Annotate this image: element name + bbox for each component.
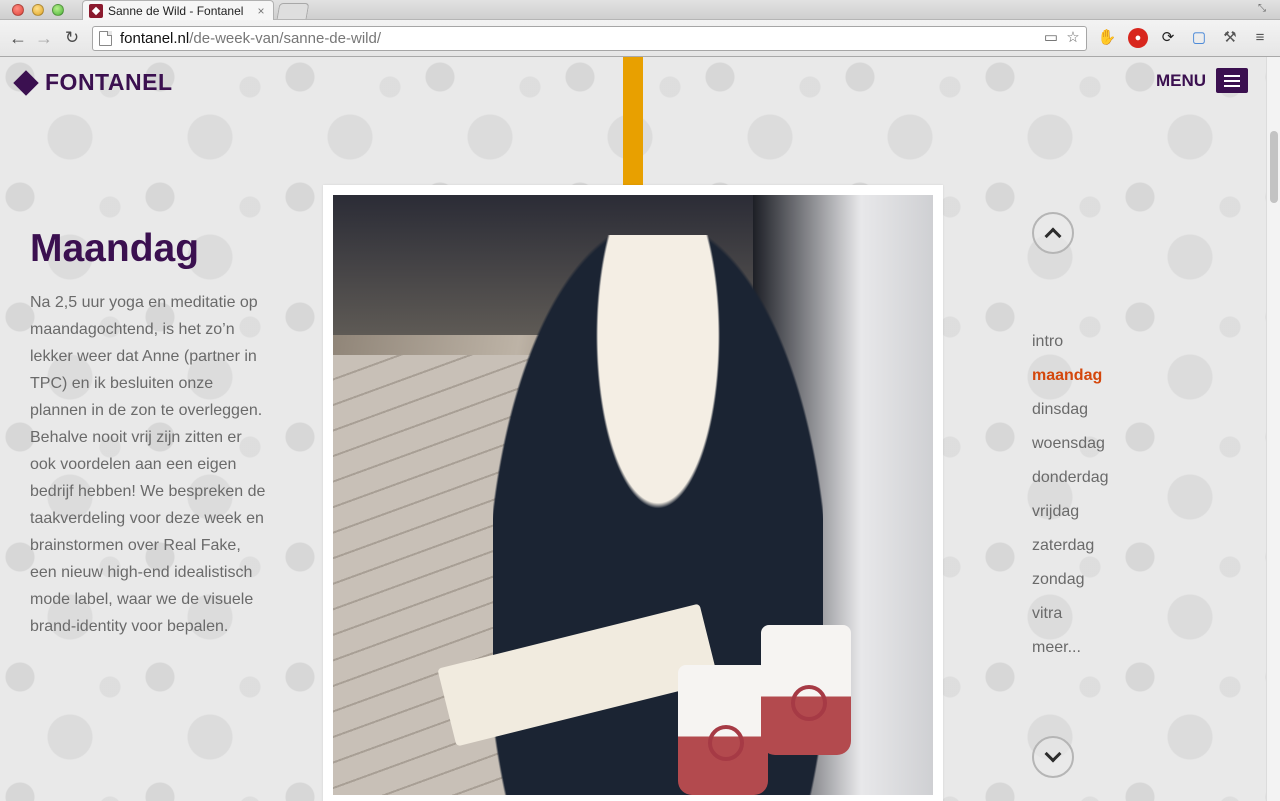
extension-icon[interactable]: ✋ bbox=[1097, 28, 1117, 48]
url-text: fontanel.nl/de-week-van/sanne-de-wild/ bbox=[120, 30, 381, 47]
fontanel-favicon-icon bbox=[89, 3, 103, 18]
diamond-logo-icon bbox=[13, 69, 39, 96]
scroll-up-button[interactable] bbox=[1032, 212, 1074, 254]
day-title: Maandag bbox=[30, 227, 200, 270]
page-scrollbar[interactable] bbox=[1266, 57, 1280, 801]
close-window-button[interactable] bbox=[12, 4, 24, 16]
photo-card bbox=[323, 185, 943, 801]
day-nav-item[interactable]: meer... bbox=[1032, 636, 1109, 670]
sync-icon[interactable]: ⟳ bbox=[1158, 28, 1178, 48]
zoom-window-button[interactable] bbox=[52, 4, 64, 16]
day-nav-item[interactable]: dinsdag bbox=[1032, 398, 1109, 432]
article-photo bbox=[333, 195, 933, 795]
browser-tabbar: Sanne de Wild - Fontanel × ⤡ bbox=[0, 0, 1280, 20]
day-nav-item[interactable]: zaterdag bbox=[1032, 534, 1109, 568]
minimize-window-button[interactable] bbox=[32, 4, 44, 16]
menu-label[interactable]: MENU bbox=[1156, 71, 1206, 91]
wrench-icon[interactable]: ⚒ bbox=[1220, 28, 1240, 48]
chevron-up-icon bbox=[1044, 227, 1062, 245]
day-navigation: intro maandag dinsdag woensdag donderdag… bbox=[1032, 330, 1109, 670]
fontanel-logo[interactable]: FONTANEL bbox=[13, 69, 173, 96]
day-nav-item[interactable]: donderdag bbox=[1032, 466, 1109, 500]
back-button[interactable]: ← bbox=[8, 27, 28, 49]
tab-title: Sanne de Wild - Fontanel bbox=[108, 3, 244, 18]
page-icon bbox=[99, 31, 112, 46]
screen-capture-icon[interactable]: ▢ bbox=[1189, 28, 1209, 48]
day-nav-item[interactable]: woensdag bbox=[1032, 432, 1109, 466]
day-nav-item[interactable]: maandag bbox=[1032, 364, 1109, 398]
scroll-down-button[interactable] bbox=[1032, 736, 1074, 778]
chevron-down-icon bbox=[1044, 745, 1062, 763]
settings-menu-icon[interactable]: ≡ bbox=[1250, 28, 1270, 48]
day-description: Na 2,5 uur yoga en meditatie op maandago… bbox=[30, 294, 266, 635]
hamburger-menu-icon[interactable] bbox=[1216, 68, 1248, 93]
tab-close-icon[interactable]: × bbox=[255, 4, 267, 18]
reader-icon[interactable]: ▭ bbox=[1042, 29, 1060, 47]
logo-text: FONTANEL bbox=[45, 69, 173, 95]
fullscreen-icon[interactable]: ⤡ bbox=[1258, 3, 1266, 14]
accent-bar bbox=[623, 57, 643, 185]
browser-tab[interactable]: Sanne de Wild - Fontanel × bbox=[82, 0, 274, 20]
address-bar[interactable]: fontanel.nl/de-week-van/sanne-de-wild/ ▭… bbox=[92, 26, 1087, 51]
page-content: FONTANEL MENU Maandag Na 2,5 uur yoga en… bbox=[0, 57, 1266, 801]
scrollbar-thumb[interactable] bbox=[1270, 131, 1278, 203]
day-nav-item[interactable]: zondag bbox=[1032, 568, 1109, 602]
forward-button[interactable]: → bbox=[34, 27, 54, 49]
new-tab-button[interactable] bbox=[276, 3, 310, 19]
adblock-icon[interactable]: ● bbox=[1128, 28, 1148, 48]
site-menu[interactable]: MENU bbox=[1156, 68, 1248, 93]
day-nav-item[interactable]: intro bbox=[1032, 330, 1109, 364]
day-nav-item[interactable]: vitra bbox=[1032, 602, 1109, 636]
browser-toolbar: ← → ↻ fontanel.nl/de-week-van/sanne-de-w… bbox=[0, 20, 1280, 57]
reload-button[interactable]: ↻ bbox=[62, 27, 82, 49]
bookmark-star-icon[interactable]: ☆ bbox=[1064, 29, 1082, 47]
day-nav-item[interactable]: vrijdag bbox=[1032, 500, 1109, 534]
